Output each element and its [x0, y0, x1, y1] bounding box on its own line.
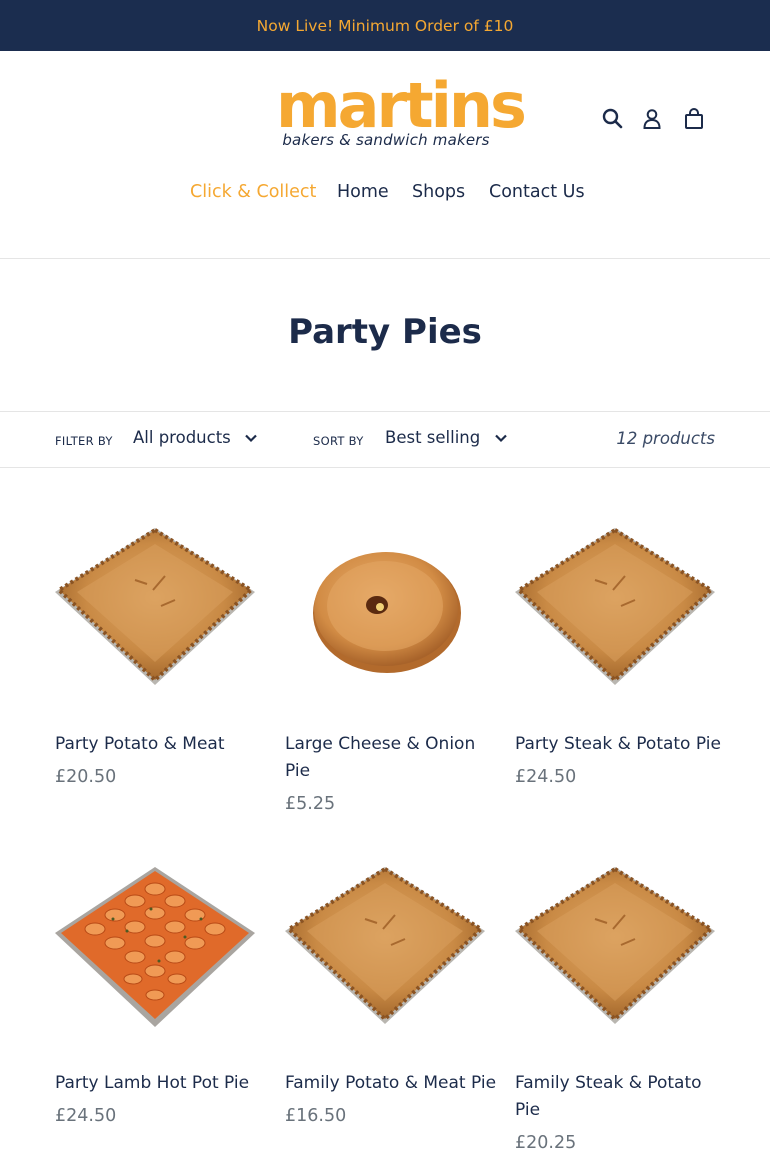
- product-title[interactable]: Party Lamb Hot Pot Pie: [55, 1070, 270, 1097]
- chevron-down-icon: [495, 434, 507, 443]
- product-image[interactable]: [55, 849, 255, 1049]
- nav-contact-us[interactable]: Contact Us: [489, 182, 585, 202]
- product-price: £16.50: [285, 1106, 347, 1126]
- page-title: Party Pies: [288, 312, 482, 352]
- nav-shops[interactable]: Shops: [412, 182, 465, 202]
- sort-label: SORT BY: [313, 434, 364, 448]
- product-title[interactable]: Family Potato & Meat Pie: [285, 1070, 500, 1097]
- toolbar-bottom-divider: [0, 467, 770, 468]
- product-image[interactable]: [515, 510, 715, 710]
- product-image[interactable]: [285, 849, 485, 1049]
- toolbar-top-divider: [0, 411, 770, 412]
- logo-tagline: bakers & sandwich makers: [282, 131, 490, 149]
- product-image[interactable]: [515, 849, 715, 1049]
- sort-select-value: Best selling: [385, 428, 481, 447]
- search-icon[interactable]: [600, 106, 626, 132]
- filter-select-value: All products: [133, 428, 231, 447]
- site-logo[interactable]: martins bakers & sandwich makers: [276, 69, 527, 150]
- sort-select[interactable]: Best selling: [385, 428, 511, 452]
- product-price: £24.50: [515, 767, 577, 787]
- filter-select[interactable]: All products: [133, 428, 261, 452]
- filter-label: FILTER BY: [55, 434, 113, 448]
- product-image[interactable]: [55, 510, 255, 710]
- product-title[interactable]: Party Steak & Potato Pie: [515, 731, 730, 758]
- product-title[interactable]: Family Steak & Potato Pie: [515, 1070, 730, 1124]
- product-count: 12 products: [616, 429, 715, 448]
- product-title[interactable]: Large Cheese & Onion Pie: [285, 731, 500, 785]
- main-navigation: Click & Collect Home Shops Contact Us: [0, 182, 770, 208]
- nav-click-collect[interactable]: Click & Collect: [190, 182, 316, 202]
- logo-wordmark: martins: [276, 69, 527, 142]
- product-price: £20.50: [55, 767, 117, 787]
- header-divider: [0, 258, 770, 259]
- account-icon[interactable]: [639, 106, 665, 132]
- cart-icon[interactable]: [681, 106, 707, 132]
- product-image[interactable]: [285, 510, 485, 710]
- chevron-down-icon: [245, 434, 257, 443]
- announcement-bar: Now Live! Minimum Order of £10: [0, 0, 770, 51]
- nav-home[interactable]: Home: [337, 182, 389, 202]
- product-price: £5.25: [285, 794, 336, 814]
- product-title[interactable]: Party Potato & Meat: [55, 731, 270, 758]
- product-price: £24.50: [55, 1106, 117, 1126]
- product-price: £20.25: [515, 1133, 577, 1153]
- announcement-text: Now Live! Minimum Order of £10: [256, 16, 514, 35]
